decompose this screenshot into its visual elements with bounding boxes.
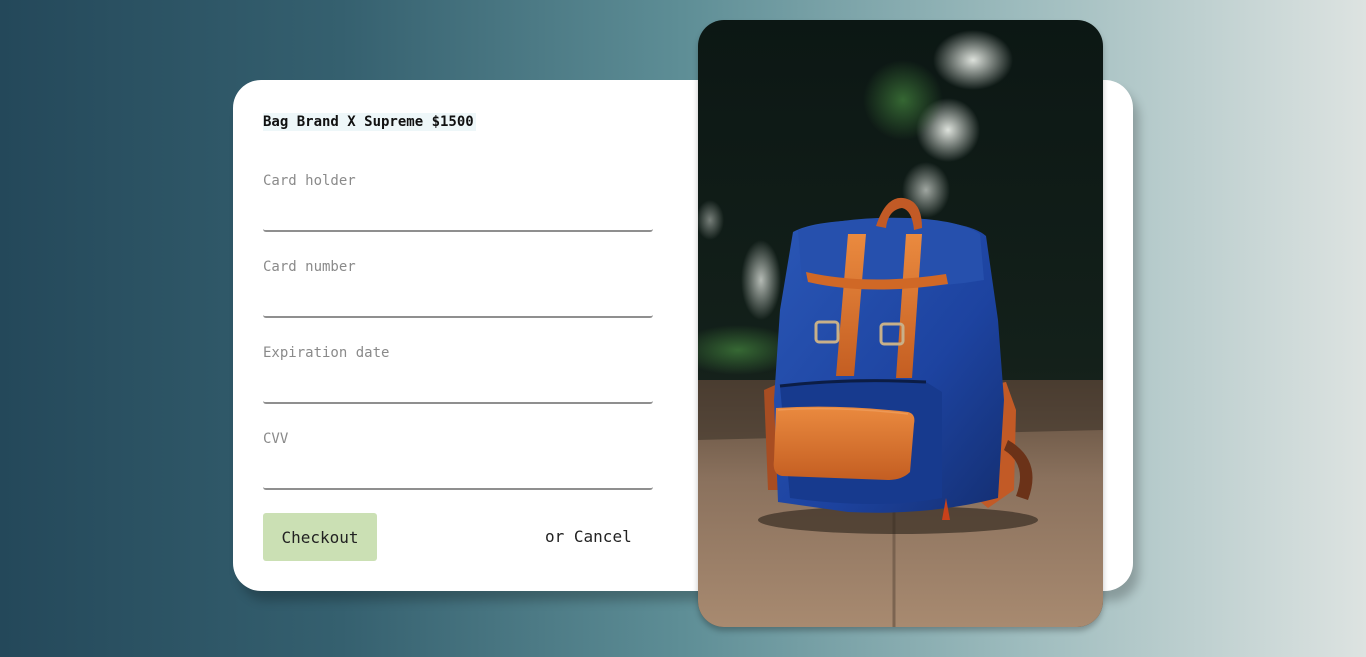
card-number-field: Card number [263,258,653,318]
checkout-button[interactable]: Checkout [263,513,377,561]
card-holder-field: Card holder [263,172,653,232]
cvv-label: CVV [263,431,289,447]
cvv-input[interactable] [263,460,653,490]
expiration-date-input[interactable] [263,374,653,404]
or-text: or [545,527,565,546]
expiration-date-field: Expiration date [263,344,653,404]
card-holder-label: Card holder [263,173,356,189]
backpack-photo [698,20,1103,627]
product-title: Bag Brand X Supreme $1500 [263,113,476,131]
card-number-label: Card number [263,259,356,275]
cancel-link[interactable]: Cancel [574,527,632,546]
cvv-field: CVV [263,430,653,490]
cancel-area: or Cancel [545,527,632,547]
expiration-date-label: Expiration date [263,345,390,361]
card-holder-input[interactable] [263,202,653,232]
card-number-input[interactable] [263,288,653,318]
